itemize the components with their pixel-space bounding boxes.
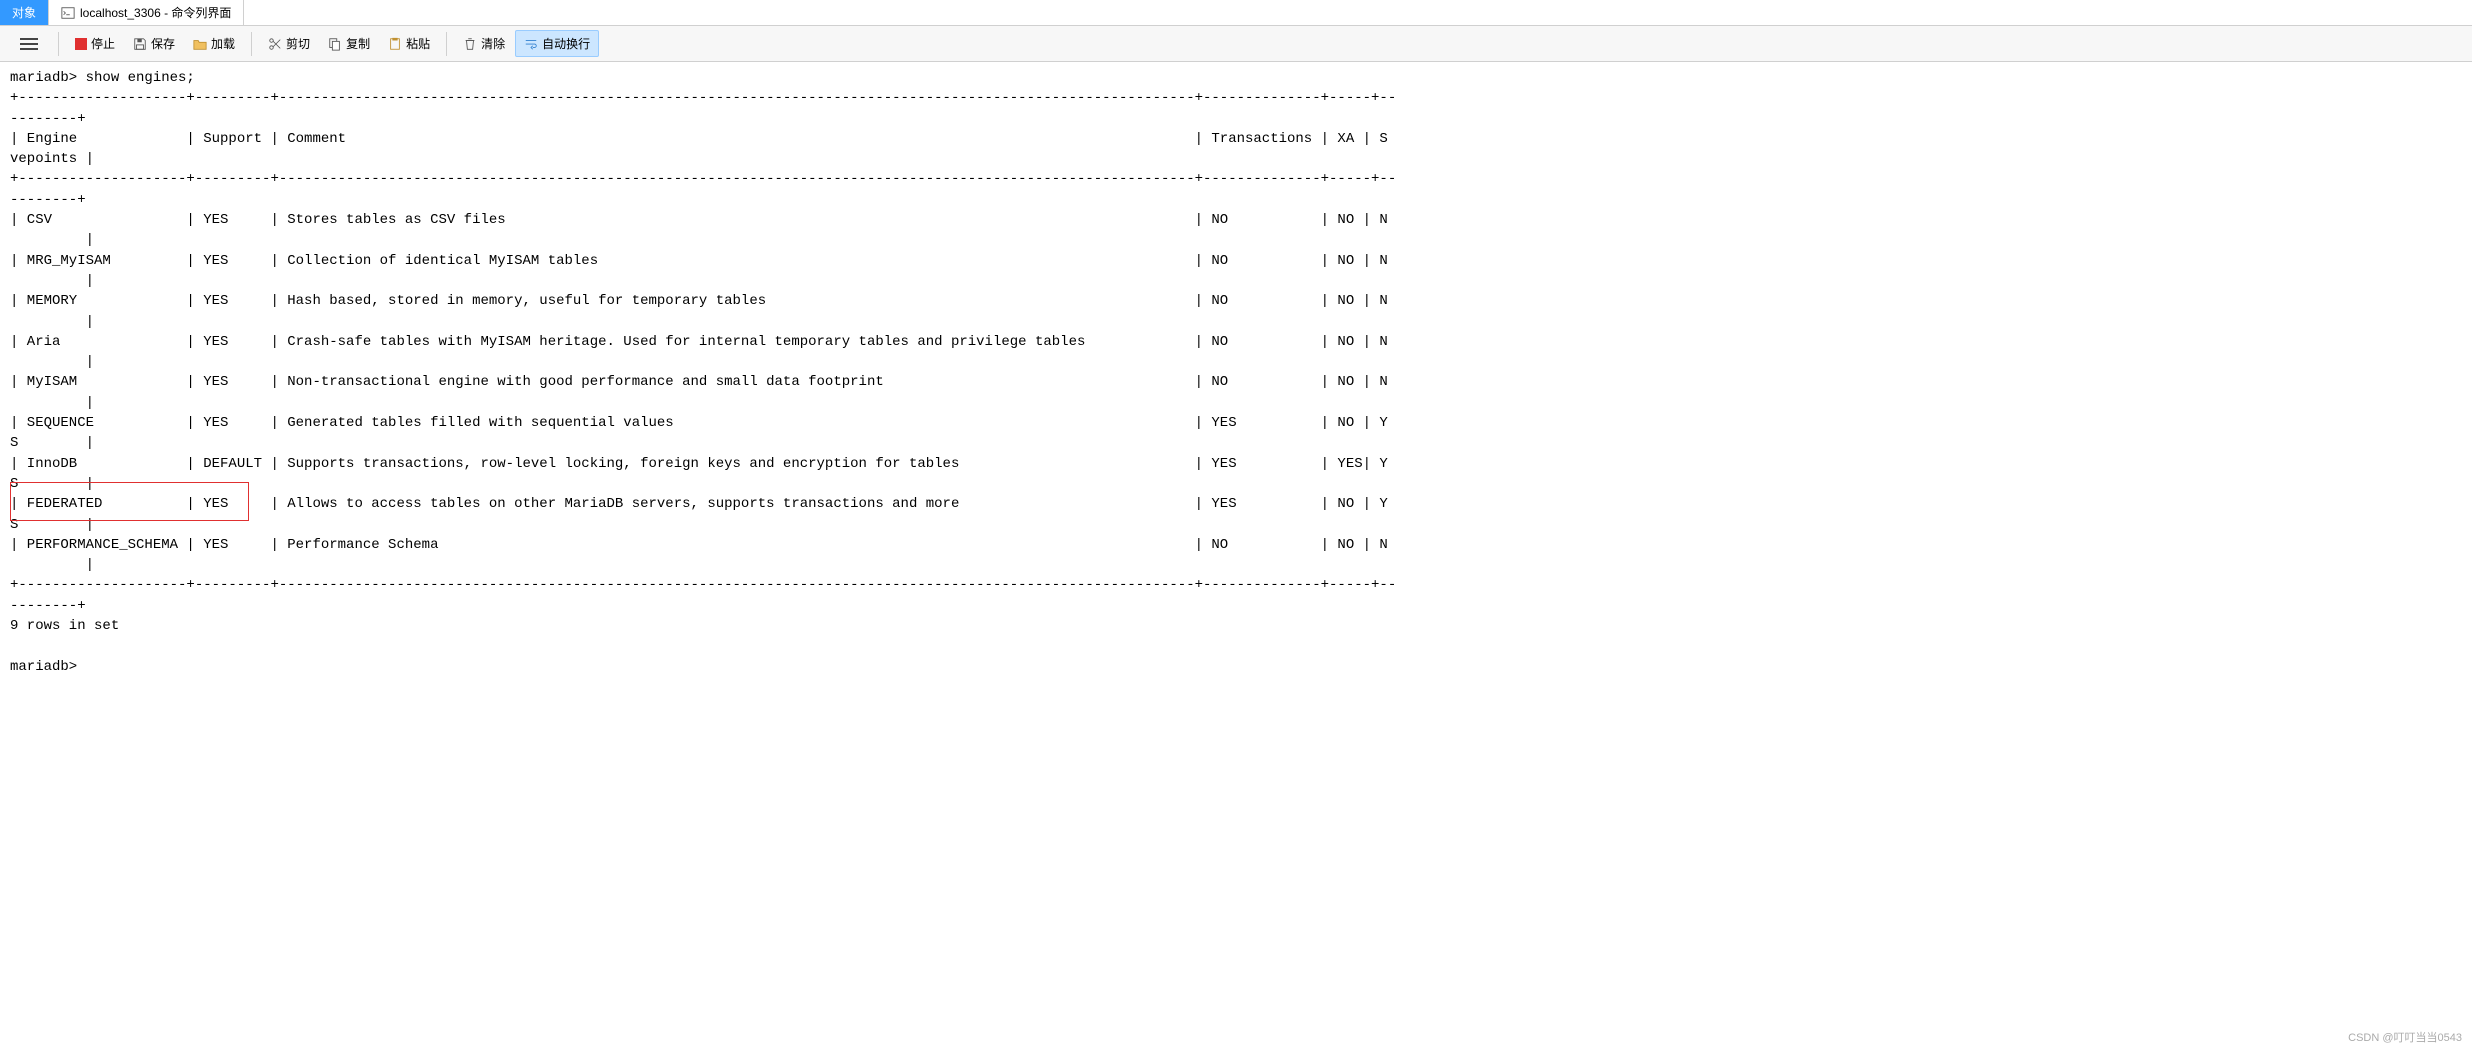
wrap-icon xyxy=(524,37,538,51)
clear-button[interactable]: 清除 xyxy=(455,31,513,56)
save-icon xyxy=(133,37,147,51)
separator xyxy=(251,32,252,56)
watermark: CSDN @叮叮当当0543 xyxy=(2348,1029,2462,1045)
save-button[interactable]: 保存 xyxy=(125,31,183,56)
copy-button[interactable]: 复制 xyxy=(320,31,378,56)
toolbar: 停止 保存 加载 剪切 复制 粘贴 清除 自动换行 xyxy=(0,26,2472,62)
terminal-output[interactable]: mariadb> show engines; +----------------… xyxy=(0,62,2472,683)
separator xyxy=(58,32,59,56)
tab-cli[interactable]: localhost_3306 - 命令列界面 xyxy=(49,0,244,25)
trash-icon xyxy=(463,37,477,51)
stop-button[interactable]: 停止 xyxy=(67,31,123,56)
wrap-button[interactable]: 自动换行 xyxy=(515,30,599,57)
tab-label: 对象 xyxy=(12,4,36,21)
cut-button[interactable]: 剪切 xyxy=(260,31,318,56)
highlight-annotation xyxy=(10,482,249,521)
tab-label: localhost_3306 - 命令列界面 xyxy=(80,4,231,21)
tab-objects[interactable]: 对象 xyxy=(0,0,49,25)
load-button[interactable]: 加载 xyxy=(185,31,243,56)
separator xyxy=(446,32,447,56)
folder-icon xyxy=(193,37,207,51)
copy-icon xyxy=(328,37,342,51)
menu-button[interactable] xyxy=(8,30,50,58)
cli-icon xyxy=(61,6,75,20)
scissors-icon xyxy=(268,37,282,51)
tab-bar: 对象 localhost_3306 - 命令列界面 xyxy=(0,0,2472,26)
paste-button[interactable]: 粘贴 xyxy=(380,31,438,56)
clipboard-icon xyxy=(388,37,402,51)
stop-icon xyxy=(75,38,87,50)
